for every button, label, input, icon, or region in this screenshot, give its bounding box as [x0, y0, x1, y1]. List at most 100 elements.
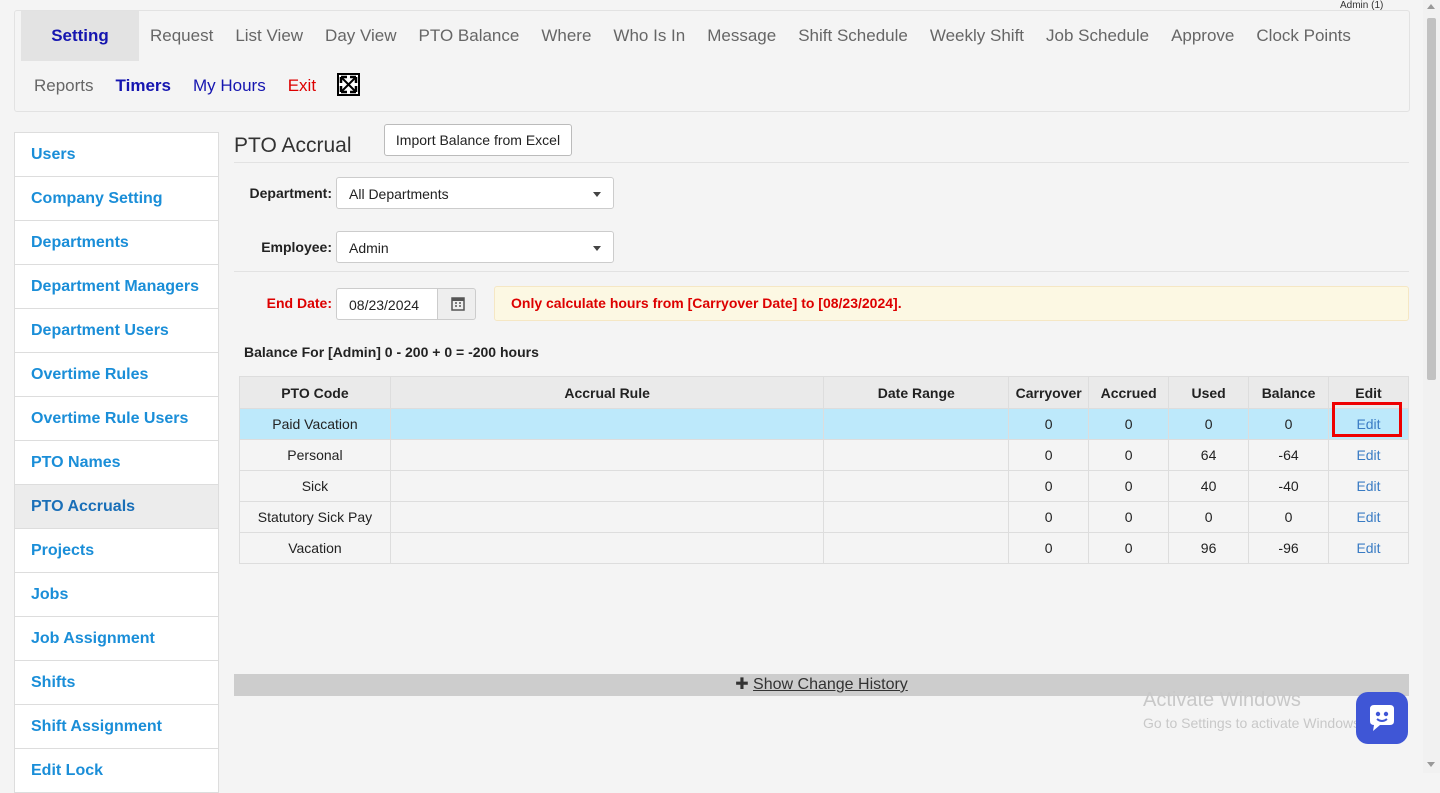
balance-cell: -64 [1248, 439, 1330, 471]
balance-summary: Balance For [Admin] 0 - 200 + 0 = -200 h… [244, 344, 539, 360]
carryover-cell: 0 [1008, 408, 1090, 440]
accrued-cell: 0 [1088, 501, 1170, 533]
sidebar-item-department-users[interactable]: Department Users [14, 309, 219, 353]
watermark-line1: Activate Windows [1143, 689, 1301, 711]
sidebar-item-users[interactable]: Users [14, 132, 219, 177]
date-range-cell [823, 501, 1010, 533]
employee-select-value: Admin [349, 240, 389, 256]
col-used: Used [1168, 376, 1250, 409]
employee-select[interactable]: Admin [336, 231, 614, 263]
plus-icon: ✚ [735, 676, 749, 693]
sidebar-item-overtime-rule-users[interactable]: Overtime Rule Users [14, 397, 219, 441]
nav-message[interactable]: Message [696, 26, 787, 46]
nav-setting[interactable]: Setting [21, 11, 139, 61]
nav-my-hours[interactable]: My Hours [182, 76, 277, 96]
sidebar-item-jobs[interactable]: Jobs [14, 573, 219, 617]
table-row[interactable]: Vacation 0 0 96 -96 Edit [239, 532, 1409, 564]
nav-weekly-shift[interactable]: Weekly Shift [919, 26, 1035, 46]
scroll-thumb[interactable] [1427, 18, 1436, 380]
show-change-history-label: Show Change History [753, 676, 908, 693]
calendar-icon [451, 297, 465, 311]
department-select[interactable]: All Departments [336, 177, 614, 209]
department-label: Department: [249, 185, 332, 201]
sidebar-item-shift-assignment[interactable]: Shift Assignment [14, 705, 219, 749]
col-date-range: Date Range [823, 376, 1010, 409]
windows-activation-watermark: Activate Windows Go to Settings to activ… [1143, 689, 1364, 731]
col-pto-code: PTO Code [239, 376, 391, 409]
date-range-cell [823, 470, 1010, 502]
table-row[interactable]: Paid Vacation 0 0 0 0 Edit [239, 408, 1409, 440]
sidebar-item-projects[interactable]: Projects [14, 529, 219, 573]
nav-reports[interactable]: Reports [23, 76, 105, 96]
settings-sidebar: Users Company Setting Departments Depart… [14, 132, 219, 793]
carryover-cell: 0 [1008, 501, 1090, 533]
col-accrual-rule: Accrual Rule [389, 376, 825, 409]
date-range-cell [823, 408, 1010, 440]
nav-row-secondary: Reports Timers My Hours Exit [23, 61, 361, 111]
col-accrued: Accrued [1088, 376, 1170, 409]
sidebar-item-departments[interactable]: Departments [14, 221, 219, 265]
nav-timers[interactable]: Timers [105, 76, 182, 96]
table-row[interactable]: Statutory Sick Pay 0 0 0 0 Edit [239, 501, 1409, 533]
pto-code-cell: Statutory Sick Pay [239, 501, 391, 533]
edit-link[interactable]: Edit [1356, 540, 1380, 556]
balance-cell: -40 [1248, 470, 1330, 502]
employee-label: Employee: [261, 239, 332, 255]
edit-cell: Edit [1328, 501, 1409, 533]
import-balance-button[interactable]: Import Balance from Excel [384, 124, 572, 156]
edit-link[interactable]: Edit [1356, 416, 1380, 432]
edit-link[interactable]: Edit [1356, 509, 1380, 525]
sidebar-item-job-assignment[interactable]: Job Assignment [14, 617, 219, 661]
nav-job-schedule[interactable]: Job Schedule [1035, 26, 1160, 46]
caret-down-icon [593, 192, 601, 197]
chat-button[interactable] [1356, 692, 1408, 744]
nav-clock-points[interactable]: Clock Points [1245, 26, 1361, 46]
pto-code-cell: Sick [239, 470, 391, 502]
nav-exit[interactable]: Exit [277, 76, 327, 96]
sidebar-item-edit-lock[interactable]: Edit Lock [14, 749, 219, 793]
nav-request[interactable]: Request [139, 26, 224, 46]
table-row[interactable]: Sick 0 0 40 -40 Edit [239, 470, 1409, 502]
nav-shift-schedule[interactable]: Shift Schedule [787, 26, 919, 46]
col-carryover: Carryover [1008, 376, 1090, 409]
caret-down-icon [593, 246, 601, 251]
page-scrollbar[interactable] [1423, 0, 1440, 773]
nav-where[interactable]: Where [530, 26, 602, 46]
edit-link[interactable]: Edit [1356, 478, 1380, 494]
nav-pto-balance[interactable]: PTO Balance [408, 26, 531, 46]
edit-cell: Edit [1328, 470, 1409, 502]
carryover-cell: 0 [1008, 439, 1090, 471]
department-select-value: All Departments [349, 186, 449, 202]
nav-who-is-in[interactable]: Who Is In [602, 26, 696, 46]
date-range-notice: Only calculate hours from [Carryover Dat… [494, 286, 1409, 321]
accrual-rule-cell [389, 439, 825, 471]
pto-accrual-table: PTO Code Accrual Rule Date Range Carryov… [239, 376, 1409, 564]
sidebar-item-overtime-rules[interactable]: Overtime Rules [14, 353, 219, 397]
nav-list-view[interactable]: List View [224, 26, 314, 46]
table-header-row: PTO Code Accrual Rule Date Range Carryov… [239, 376, 1409, 409]
divider [234, 162, 1409, 163]
end-date-label: End Date: [266, 295, 332, 311]
sidebar-item-shifts[interactable]: Shifts [14, 661, 219, 705]
scroll-down-arrow-icon[interactable] [1427, 762, 1435, 767]
sidebar-item-company-setting[interactable]: Company Setting [14, 177, 219, 221]
nav-day-view[interactable]: Day View [314, 26, 408, 46]
sidebar-item-pto-names[interactable]: PTO Names [14, 441, 219, 485]
accrual-rule-cell [389, 408, 825, 440]
watermark-line2: Go to Settings to activate Windows. [1143, 715, 1364, 731]
scroll-up-arrow-icon[interactable] [1427, 4, 1435, 9]
sidebar-item-pto-accruals[interactable]: PTO Accruals [14, 485, 219, 529]
used-cell: 0 [1168, 501, 1250, 533]
edit-cell: Edit [1328, 439, 1409, 471]
top-navigation: Setting Request List View Day View PTO B… [14, 10, 1410, 112]
fullscreen-icon[interactable] [337, 73, 361, 99]
balance-cell: 0 [1248, 501, 1330, 533]
accrued-cell: 0 [1088, 408, 1170, 440]
end-date-input[interactable]: 08/23/2024 [336, 288, 438, 320]
used-cell: 0 [1168, 408, 1250, 440]
table-row[interactable]: Personal 0 0 64 -64 Edit [239, 439, 1409, 471]
sidebar-item-department-managers[interactable]: Department Managers [14, 265, 219, 309]
edit-link[interactable]: Edit [1356, 447, 1380, 463]
nav-approve[interactable]: Approve [1160, 26, 1245, 46]
calendar-button[interactable] [437, 288, 476, 320]
